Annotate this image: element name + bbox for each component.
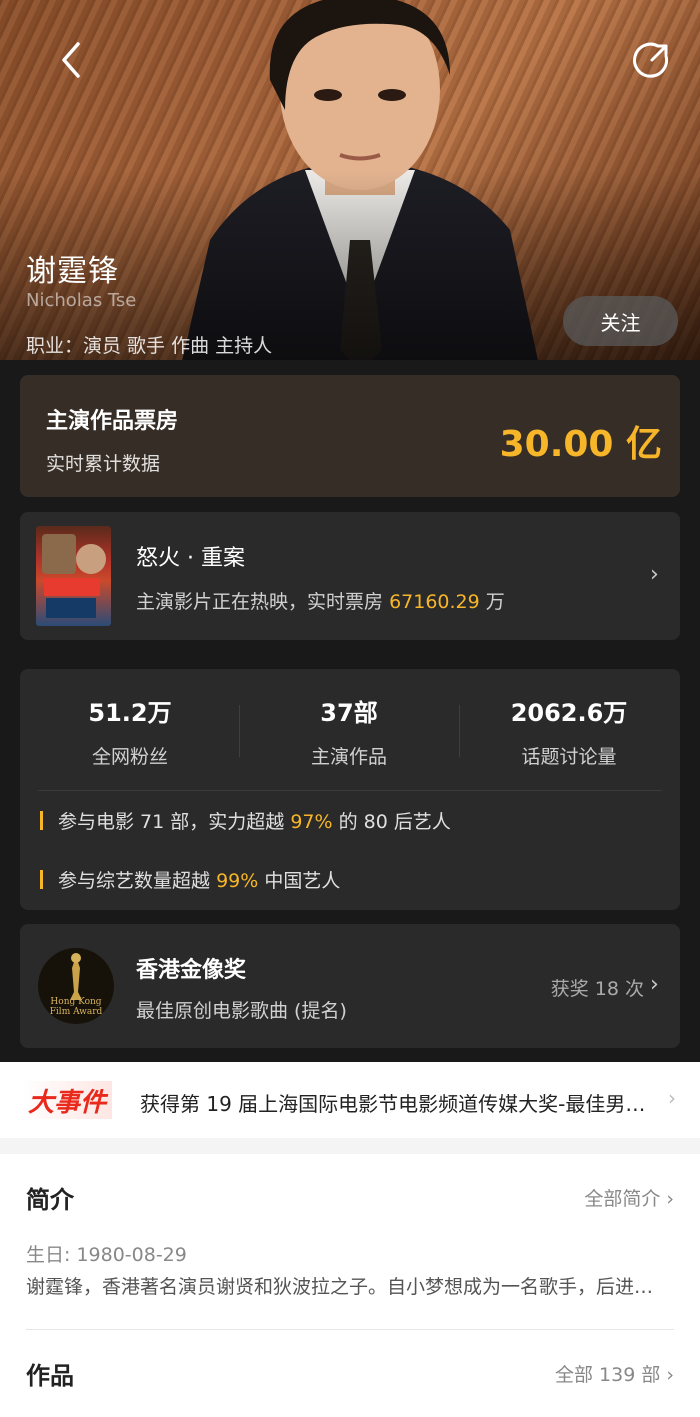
artist-occupation: 职业：演员 歌手 作曲 主持人 <box>26 335 273 357</box>
works-more-link[interactable]: 全部 139 部 › <box>555 1360 674 1387</box>
artist-hero: 谢霆锋 Nicholas Tse 职业：演员 歌手 作曲 主持人 关注 <box>0 0 700 360</box>
fact-percent: 97% <box>290 811 333 833</box>
intro-more-link[interactable]: 全部简介 › <box>584 1184 674 1211</box>
works-title: 作品 <box>26 1362 74 1390</box>
fact-variety: 参与综艺数量超越 99% 中国艺人 <box>40 866 340 893</box>
back-button[interactable] <box>50 38 94 82</box>
movie-desc-prefix: 主演影片正在热映，实时票房 <box>136 591 384 613</box>
movie-gross-value: 67160.29 <box>389 591 480 613</box>
fact-marker <box>40 870 43 889</box>
award-logo-text-2: Film Award <box>50 1007 103 1017</box>
fact-prefix: 参与电影 71 部，实力超越 <box>58 811 285 833</box>
box-office-card: 主演作品票房 实时累计数据 30.00 亿 <box>20 375 680 497</box>
stat-discussion: 2062.6万 话题讨论量 <box>469 693 669 769</box>
stat-label: 主演作品 <box>310 746 387 768</box>
artist-page: 谢霆锋 Nicholas Tse 职业：演员 歌手 作曲 主持人 关注 主演作品… <box>0 0 700 1417</box>
fact-percent: 99% <box>216 870 259 892</box>
intro-section: 简介 全部简介 › 生日: 1980-08-29 谢霆锋，香港著名演员谢贤和狄波… <box>0 1154 700 1417</box>
award-detail: 最佳原创电影歌曲 (提名) <box>136 1000 347 1022</box>
divider <box>26 1329 674 1330</box>
stat-label: 话题讨论量 <box>521 746 617 768</box>
artist-name: 谢霆锋 <box>26 254 119 289</box>
movie-title: 怒火 · 重案 <box>136 546 245 571</box>
award-logo-text-1: Hong Kong <box>50 997 101 1007</box>
stats-section: 主演作品票房 实时累计数据 30.00 亿 怒火 · 重案 主演影片正在热映，实… <box>0 360 700 1062</box>
now-showing-card[interactable]: 怒火 · 重案 主演影片正在热映，实时票房 67160.29 万 › <box>20 512 680 640</box>
event-tag: 大事件 <box>22 1081 113 1119</box>
share-button[interactable] <box>630 40 672 82</box>
stat-value: 51.2万 <box>88 699 172 727</box>
intro-title: 简介 <box>26 1186 74 1214</box>
fact-suffix: 的 80 后艺人 <box>338 811 451 833</box>
box-office-subtitle: 实时累计数据 <box>46 453 161 475</box>
chevron-right-icon: › <box>650 972 659 997</box>
chevron-right-icon: › <box>650 562 659 587</box>
event-text: 获得第 19 届上海国际电影节电影频道传媒大奖-最佳男主角 <box>140 1092 660 1116</box>
follow-button[interactable]: 关注 <box>563 296 678 346</box>
stat-value: 37部 <box>320 699 378 727</box>
stat-value: 2062.6万 <box>510 699 628 727</box>
divider <box>38 790 662 791</box>
fact-prefix: 参与综艺数量超越 <box>58 870 211 892</box>
stat-fans: 51.2万 全网粉丝 <box>30 693 230 769</box>
stat-label: 全网粉丝 <box>91 746 168 768</box>
artist-name-english: Nicholas Tse <box>26 290 137 311</box>
event-bar[interactable]: 大事件 获得第 19 届上海国际电影节电影频道传媒大奖-最佳男主角 › <box>0 1062 700 1138</box>
divider <box>239 705 240 757</box>
award-name: 香港金像奖 <box>136 958 247 983</box>
stats-card: 51.2万 全网粉丝 37部 主演作品 2062.6万 话题讨论量 参与电影 7… <box>20 669 680 910</box>
bio-text: 谢霆锋，香港著名演员谢贤和狄波拉之子。自小梦想成为一名歌手，后进入演艺圈发展。 <box>26 1276 656 1298</box>
works-more-label: 全部 139 部 <box>555 1364 661 1386</box>
fact-suffix: 中国艺人 <box>264 870 341 892</box>
fact-movies: 参与电影 71 部，实力超越 97% 的 80 后艺人 <box>40 807 451 834</box>
box-office-title: 主演作品票房 <box>46 409 179 434</box>
intro-more-label: 全部简介 <box>584 1188 661 1210</box>
share-icon <box>633 42 669 78</box>
award-count: 获奖 18 次 <box>550 978 644 1000</box>
box-office-value: 30.00 亿 <box>499 424 662 465</box>
chevron-left-icon <box>62 42 80 78</box>
movie-gross-unit: 万 <box>485 591 505 613</box>
stat-works: 37部 主演作品 <box>249 693 449 769</box>
movie-gross-text: 主演影片正在热映，实时票房 67160.29 万 <box>136 587 505 614</box>
divider <box>459 705 460 757</box>
award-card[interactable]: Hong Kong Film Award 香港金像奖 最佳原创电影歌曲 (提名)… <box>20 924 680 1048</box>
chevron-right-icon: › <box>668 1086 676 1110</box>
birth-date: 生日: 1980-08-29 <box>26 1244 187 1266</box>
fact-marker <box>40 811 43 830</box>
movie-poster <box>36 526 111 626</box>
award-logo: Hong Kong Film Award <box>38 948 114 1024</box>
